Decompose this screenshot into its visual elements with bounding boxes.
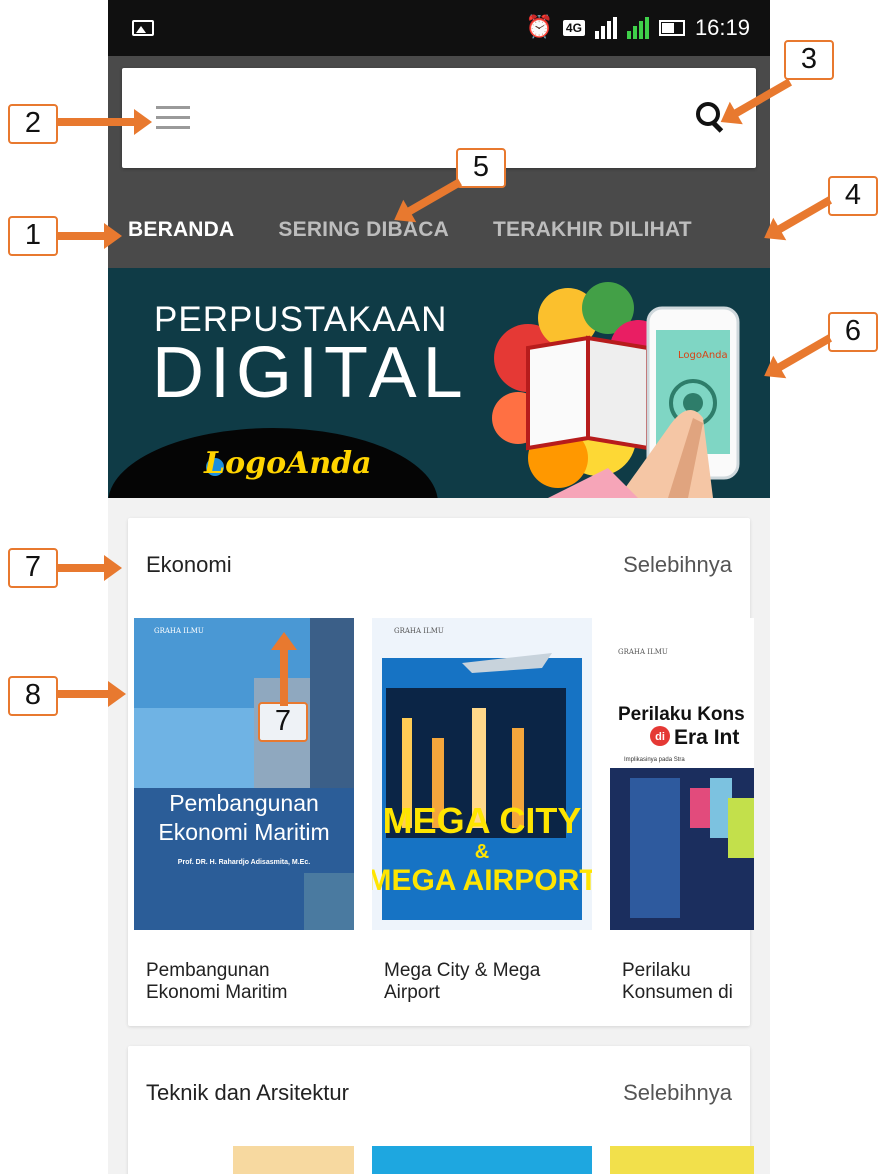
annotation-label: 3 (784, 40, 834, 80)
cover-publisher: GRAHA ILMU (154, 627, 204, 635)
section-card-ekonomi: Ekonomi Selebihnya GRAHA ILMU Pembanguna… (128, 518, 754, 1026)
cover-title-line2: MEGA AIRPORT (372, 864, 592, 897)
book-cover[interactable] (372, 1146, 592, 1174)
cover-art-mega-city: GRAHA ILMU MEGA CITY & MEGA AIRPORT (372, 618, 592, 930)
status-time: 16:19 (694, 15, 750, 40)
signal-sim2-icon (626, 17, 649, 39)
tab-sering-dibaca[interactable]: SERING DIBACA (278, 218, 449, 242)
book-item[interactable]: GRAHA ILMU Pembangunan Ekonomi Maritim P… (134, 618, 354, 1006)
annotation-arrow (58, 555, 122, 581)
annotation-label: 7 (8, 548, 58, 588)
network-type-badge: 4G (562, 20, 585, 36)
cover-art-perilaku: GRAHA ILMU Perilaku Kons di Era Int Impl… (610, 618, 754, 930)
section-card-teknik: Teknik dan Arsitektur Selebihnya (128, 1046, 754, 1174)
book-item[interactable]: GRAHA ILMU MEGA CITY & MEGA AIRPORT Mega… (372, 618, 592, 1006)
book-phone-illustration: LogoAnda (492, 282, 740, 498)
tab-terakhir-dilihat[interactable]: TERAKHIR DILIHAT (493, 218, 692, 242)
alarm-clock-icon: ⏰ (525, 15, 553, 40)
cover-publisher: GRAHA ILMU (618, 648, 668, 656)
hamburger-menu-icon[interactable] (156, 106, 190, 132)
see-more-link[interactable]: Selebihnya (623, 1080, 732, 1106)
cover-ampersand: & (475, 841, 489, 863)
status-icons: ⏰ 4G 16:19 (526, 13, 750, 43)
cover-title-line2: Ekonomi Maritim (158, 819, 329, 845)
annotation-arrow (58, 681, 126, 707)
battery-icon (658, 20, 685, 36)
book-cover[interactable] (134, 1146, 354, 1174)
section-title: Teknik dan Arsitektur (146, 1080, 349, 1105)
annotation-label: 6 (828, 312, 878, 352)
phone-logo-text: LogoAnda (678, 350, 728, 361)
book-list-partial (134, 1146, 754, 1174)
annotation-label: 5 (456, 148, 506, 188)
tab-bar: BERANDA SERING DIBACA TERAKHIR DILIHAT (108, 204, 770, 256)
see-more-link[interactable]: Selebihnya (623, 552, 732, 578)
banner-line2: DIGITAL (152, 333, 469, 413)
annotation-label: 2 (8, 104, 58, 144)
book-item[interactable]: GRAHA ILMU Perilaku Kons di Era Int Impl… (610, 618, 770, 1006)
phone-screen: ⏰ 4G 16:19 BERANDA SERING DIBACA TERAKHI… (108, 0, 770, 1174)
annotation-label: 1 (8, 216, 58, 256)
status-bar: ⏰ 4G 16:19 (108, 0, 770, 56)
book-list: GRAHA ILMU Pembangunan Ekonomi Maritim P… (134, 618, 770, 1006)
tab-beranda[interactable]: BERANDA (128, 218, 234, 242)
annotation-label: 4 (828, 176, 878, 216)
book-cover[interactable]: GRAHA ILMU MEGA CITY & MEGA AIRPORT (372, 618, 592, 930)
annotation-arrow (774, 334, 832, 373)
app-header: BERANDA SERING DIBACA TERAKHIR DILIHAT (108, 56, 770, 268)
cover-subtitle: Implikasinya pada Stra (624, 757, 685, 763)
book-title[interactable]: Mega City & Mega Airport (372, 960, 572, 1006)
book-cover[interactable] (610, 1146, 754, 1174)
cover-publisher: GRAHA ILMU (394, 627, 444, 635)
book-cover[interactable]: GRAHA ILMU Perilaku Kons di Era Int Impl… (610, 618, 754, 930)
cover-title-line1: Perilaku Kons (618, 704, 745, 725)
cover-art-maritim: GRAHA ILMU Pembangunan Ekonomi Maritim P… (134, 618, 354, 930)
book-cover[interactable]: GRAHA ILMU Pembangunan Ekonomi Maritim P… (134, 618, 354, 930)
signal-sim1-icon (594, 17, 617, 39)
cover-di: di (655, 731, 665, 743)
cover-author: Prof. DR. H. Rahardjo Adisasmita, M.Ec. (178, 859, 310, 866)
cover-title-line1: Pembangunan (169, 790, 319, 816)
image-notification-icon (132, 20, 154, 36)
book-title[interactable]: Perilaku Konsumen di Era Internet;... (610, 960, 742, 1006)
promo-banner[interactable]: PERPUSTAKAAN DIGITAL LogoAnda LogoAnda (108, 268, 770, 498)
search-bar[interactable] (122, 68, 756, 168)
annotation-arrow (58, 223, 122, 249)
cover-title-line2: Era Int (674, 726, 739, 749)
section-title: Ekonomi (146, 552, 232, 577)
annotation-arrow (280, 646, 288, 706)
book-title[interactable]: Pembangunan Ekonomi Maritim (134, 960, 334, 1006)
annotation-label: 8 (8, 676, 58, 716)
banner-logo: LogoAnda (204, 446, 372, 481)
annotation-label: 7 (258, 702, 308, 742)
annotation-arrow (774, 196, 832, 235)
annotation-arrow (58, 109, 152, 135)
cover-title-line1: MEGA CITY (383, 800, 582, 841)
